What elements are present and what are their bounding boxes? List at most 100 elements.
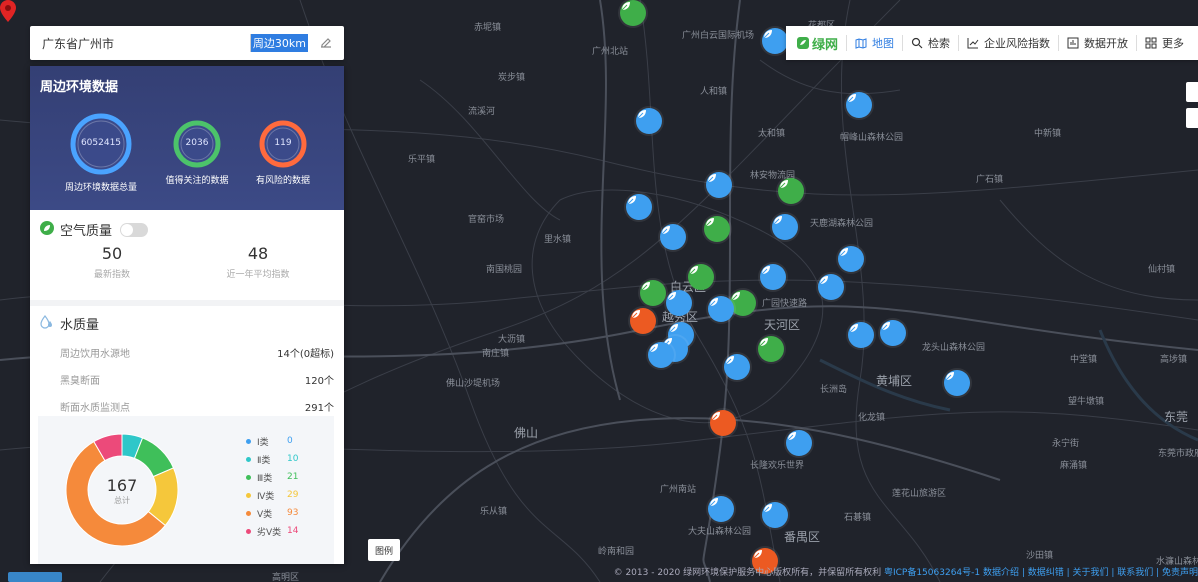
monitoring-site-marker[interactable] [724, 354, 750, 380]
env-stat-2[interactable]: 2036 值得关注的数据 [152, 119, 242, 186]
map-legend-button[interactable]: 图例 [368, 539, 400, 561]
monitoring-site-marker[interactable] [708, 496, 734, 522]
donut-center: 167 总计 [82, 476, 162, 506]
leaf-icon [849, 324, 858, 333]
leaf-icon [761, 266, 770, 275]
stat-label: 有风险的数据 [255, 176, 310, 186]
monitoring-site-marker[interactable] [758, 336, 784, 362]
legend-item[interactable]: Ⅳ类 29 [246, 486, 298, 504]
legend-dot [246, 438, 251, 444]
leaf-icon [705, 218, 714, 227]
monitoring-site-marker[interactable] [848, 322, 874, 348]
legend-dot [246, 492, 251, 498]
monitoring-site-marker[interactable] [710, 410, 736, 436]
donut-total-label: 总计 [114, 496, 130, 505]
map-place-label: 黄埔区 [876, 374, 913, 388]
monitoring-site-marker[interactable] [704, 216, 730, 242]
leaf-icon [787, 432, 796, 441]
map-place-label: 永宁街 [1052, 439, 1080, 449]
toolbar-item-3[interactable]: 企业风险指数 [958, 35, 1058, 51]
water-stat-value: 291个 [304, 403, 334, 414]
latest-index: 50 最新指数 [52, 244, 172, 280]
env-stat-1[interactable]: 6052415 周边环境数据总量 [56, 112, 146, 193]
map-place-label: 中堂镇 [1070, 355, 1098, 365]
legend-value: 0 [287, 436, 293, 446]
toolbar-item-1[interactable]: 地图 [846, 35, 902, 51]
map-place-label: 莲花山旅游区 [892, 489, 947, 499]
monitoring-site-marker[interactable] [660, 224, 686, 250]
water-stat-row[interactable]: 黑臭断面 120个 [40, 372, 334, 387]
water-stat-row[interactable]: 断面水质监测点 291个 [40, 399, 334, 414]
monitoring-site-marker[interactable] [846, 92, 872, 118]
env-stat-3[interactable]: 119 有风险的数据 [238, 119, 328, 186]
map-place-label: 望牛墩镇 [1068, 397, 1105, 407]
monitoring-site-marker[interactable] [708, 296, 734, 322]
leaf-icon [711, 412, 720, 421]
leaf-icon [725, 356, 734, 365]
toolbar-item-4[interactable]: 数据开放 [1058, 35, 1136, 51]
legend-item[interactable]: Ⅰ类 0 [246, 432, 298, 450]
site-logo[interactable]: 绿网 [796, 34, 846, 53]
environment-summary: 周边环境数据 6052415 周边环境数据总量 2036 值得关注的数据 119 有风险的… [30, 66, 344, 210]
monitoring-site-marker[interactable] [630, 308, 656, 334]
monitoring-site-marker[interactable] [706, 172, 732, 198]
layer-toggle-button[interactable] [1186, 82, 1198, 102]
monitoring-site-marker[interactable] [636, 108, 662, 134]
map-place-label: 佛山 [514, 426, 539, 440]
leaf-icon [627, 196, 636, 205]
monitoring-site-marker[interactable] [944, 370, 970, 396]
leaf-icon [709, 498, 718, 507]
water-drop-icon [40, 315, 54, 332]
legend-item[interactable]: Ⅴ类 93 [246, 504, 298, 522]
monitoring-site-marker[interactable] [880, 320, 906, 346]
side-panel-button[interactable] [1186, 108, 1198, 128]
yearly-average-label: 近一年平均指数 [226, 270, 290, 280]
monitoring-site-marker[interactable] [778, 178, 804, 204]
page-footer: © 2013 - 2020 绿网环境保护服务中心版权所有，并保留所有权利 粤IC… [614, 565, 1198, 578]
water-stat-row[interactable]: 周边饮用水源地 14个(0超标) [40, 345, 334, 360]
map-place-label: 流溪河 [468, 107, 496, 117]
monitoring-site-marker[interactable] [626, 194, 652, 220]
monitoring-site-marker[interactable] [838, 246, 864, 272]
toolbar-item-2[interactable]: 检索 [902, 35, 958, 51]
monitoring-site-marker[interactable] [666, 290, 692, 316]
map-place-label: 石碁镇 [844, 513, 872, 523]
legend-item[interactable]: Ⅱ类 10 [246, 450, 298, 468]
leaf-icon [689, 266, 698, 275]
footer-links[interactable]: 粤ICP备15063264号-1 数据介绍 | 数据纠错 | 关于我们 | 联系… [884, 568, 1198, 578]
monitoring-site-marker[interactable] [648, 342, 674, 368]
monitoring-site-marker[interactable] [772, 214, 798, 240]
toolbar-item-label: 检索 [928, 37, 951, 50]
legend-item[interactable]: Ⅲ类 21 [246, 468, 298, 486]
monitoring-site-marker[interactable] [730, 290, 756, 316]
monitoring-site-marker[interactable] [620, 0, 646, 26]
edit-icon[interactable] [320, 36, 332, 51]
monitoring-site-marker[interactable] [688, 264, 714, 290]
water-stat-label: 周边饮用水源地 [60, 349, 130, 360]
monitoring-site-marker[interactable] [818, 274, 844, 300]
map-place-label: 佛山沙堤机场 [446, 379, 501, 389]
monitoring-site-marker[interactable] [762, 28, 788, 54]
water-quality-section: 水质量 周边饮用水源地 14个(0超标) 黑臭断面 120个 断面水质监测点 291个 [30, 306, 344, 414]
yearly-average-value: 48 [247, 244, 269, 263]
map-place-label: 人和镇 [700, 87, 728, 97]
location-pin-icon [0, 0, 16, 22]
legend-label: Ⅴ类 [257, 509, 273, 520]
water-stat-label: 黑臭断面 [60, 376, 100, 387]
air-quality-toggle[interactable] [120, 222, 149, 237]
map-provider-logo [8, 572, 62, 582]
map-place-label: 广州白云国际机场 [682, 31, 755, 41]
map-place-label: 中新镇 [1034, 129, 1062, 139]
monitoring-site-marker[interactable] [760, 264, 786, 290]
radius-selector[interactable]: 周边30km [249, 34, 308, 52]
toolbar-item-5[interactable]: 更多 [1136, 35, 1192, 51]
legend-item[interactable]: 劣Ⅴ类 14 [246, 522, 298, 540]
monitoring-site-marker[interactable] [786, 430, 812, 456]
location-search-input[interactable] [42, 36, 244, 50]
map-place-label: 里水镇 [544, 235, 572, 245]
legend-value: 10 [287, 454, 299, 464]
map-icon [855, 38, 867, 49]
monitoring-site-marker[interactable] [762, 502, 788, 528]
search-icon [911, 37, 923, 49]
monitoring-site-marker[interactable] [640, 280, 666, 306]
